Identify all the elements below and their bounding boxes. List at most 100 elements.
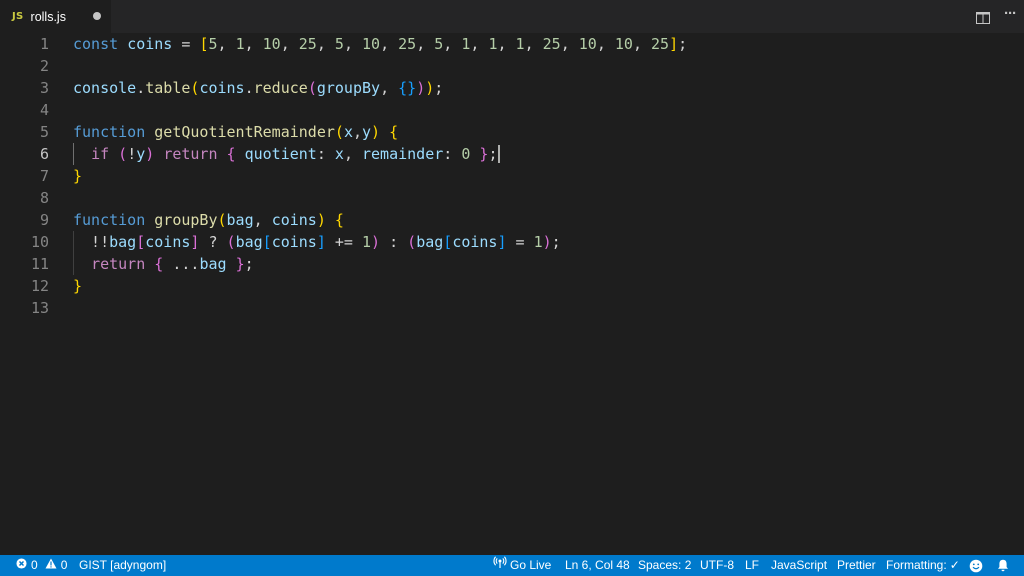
code-token: }	[73, 277, 83, 295]
gist-status[interactable]: GIST [adyngom]	[79, 555, 166, 576]
code-token: ,	[244, 35, 263, 53]
line-number: 3	[39, 79, 49, 97]
code-token: ]	[316, 233, 326, 251]
code-token: ,	[343, 35, 362, 53]
code-line[interactable]: 12}	[0, 275, 1024, 297]
notifications-bell-icon[interactable]	[997, 555, 1009, 576]
encoding-setting[interactable]: UTF-8	[700, 555, 734, 576]
indentation-setting[interactable]: Spaces: 2	[638, 555, 691, 576]
code-token: 1	[533, 233, 543, 251]
code-token: 10	[262, 35, 281, 53]
language-mode[interactable]: JavaScript	[771, 555, 827, 576]
code-line[interactable]: 3 console.table(coins.reduce(groupBy, {})…	[0, 77, 1024, 99]
split-editor-icon[interactable]	[976, 11, 990, 24]
editor-actions: ···	[976, 0, 1017, 33]
code-token: quotient	[244, 145, 317, 163]
code-token: +=	[325, 233, 362, 251]
code-token: y	[362, 123, 372, 141]
code-token: .	[244, 79, 254, 97]
code-line[interactable]: 10 !!bag[coins] ? (bag[coins] += 1) : (b…	[0, 231, 1024, 253]
warning-count: 0	[60, 558, 68, 572]
line-number: 2	[39, 57, 49, 75]
code-token: coins	[271, 211, 317, 229]
broadcast-icon	[493, 555, 507, 576]
code-token: :	[443, 145, 462, 163]
warning-icon	[45, 555, 57, 576]
code-text: return { ...bag };	[73, 253, 254, 275]
code-token: }	[73, 167, 83, 185]
code-token: [	[443, 233, 453, 251]
formatting-status[interactable]: Formatting: ✓	[886, 555, 960, 576]
code-token: [	[136, 233, 146, 251]
code-token: :	[380, 233, 408, 251]
tab-title: rolls.js	[30, 9, 66, 24]
code-token: {	[226, 145, 236, 163]
code-token: (	[118, 145, 128, 163]
code-line[interactable]: 6 if (!y) return { quotient: x, remainde…	[0, 143, 1024, 165]
code-token: groupBy	[316, 79, 381, 97]
code-token: coins	[127, 35, 173, 53]
feedback-smiley-icon[interactable]	[969, 555, 983, 576]
code-token: return	[163, 145, 218, 163]
code-token: ,	[524, 35, 543, 53]
code-line[interactable]: 8	[0, 187, 1024, 209]
code-line[interactable]: 5 function getQuotientRemainder(x,y) {	[0, 121, 1024, 143]
code-token: ,	[352, 123, 362, 141]
code-text: }	[73, 165, 82, 187]
code-token: =	[506, 233, 534, 251]
code-line[interactable]: 7}	[0, 165, 1024, 187]
code-editor[interactable]: 1 const coins = [5, 1, 10, 25, 5, 10, 25,…	[0, 33, 1024, 555]
end-of-line-setting[interactable]: LF	[745, 555, 759, 576]
code-token: (	[307, 79, 317, 97]
more-actions-icon[interactable]: ···	[1004, 6, 1017, 27]
line-number: 5	[39, 123, 49, 141]
code-text: function groupBy(bag, coins) {	[73, 209, 344, 231]
tab-rolls-js[interactable]: JS rolls.js	[0, 0, 111, 33]
code-line[interactable]: 2	[0, 55, 1024, 77]
cursor-position[interactable]: Ln 6, Col 48	[565, 555, 630, 576]
unsaved-changes-dot-icon[interactable]	[93, 12, 101, 20]
line-number: 9	[39, 211, 49, 229]
text-cursor	[498, 145, 500, 163]
code-token: ,	[380, 35, 399, 53]
line-number: 1	[39, 35, 49, 53]
code-token: {}	[398, 79, 417, 97]
code-line[interactable]: 11 return { ...bag };	[0, 253, 1024, 275]
code-token: ,	[217, 35, 236, 53]
code-token: ,	[280, 35, 299, 53]
code-token: reduce	[253, 79, 308, 97]
code-token: ,	[253, 211, 272, 229]
prettier-status[interactable]: Prettier	[837, 555, 876, 576]
code-token: table	[145, 79, 191, 97]
line-number: 6	[39, 145, 49, 163]
code-token: {	[154, 255, 164, 273]
error-count: 0	[31, 558, 38, 572]
code-line[interactable]: 9 function groupBy(bag, coins) {	[0, 209, 1024, 231]
go-live-button[interactable]: Go Live	[493, 555, 551, 576]
code-token: =	[172, 35, 200, 53]
code-token: ,	[497, 35, 516, 53]
code-line[interactable]: 13	[0, 297, 1024, 319]
code-token: function	[73, 211, 146, 229]
code-token: }	[235, 255, 245, 273]
code-token: 10	[614, 35, 633, 53]
code-line[interactable]: 4	[0, 99, 1024, 121]
code-line[interactable]: 1 const coins = [5, 1, 10, 25, 5, 10, 25,…	[0, 33, 1024, 55]
problems-indicator[interactable]: 0 0	[16, 555, 67, 576]
code-token: bag	[235, 233, 263, 251]
code-token: bag	[199, 255, 227, 273]
code-token: x	[334, 145, 344, 163]
code-token: ,	[416, 35, 435, 53]
line-number: 11	[30, 255, 49, 273]
code-token: groupBy	[154, 211, 218, 229]
code-token: 1	[362, 233, 372, 251]
code-token: (	[334, 123, 344, 141]
code-token: )	[371, 123, 381, 141]
code-token: ,	[443, 35, 462, 53]
